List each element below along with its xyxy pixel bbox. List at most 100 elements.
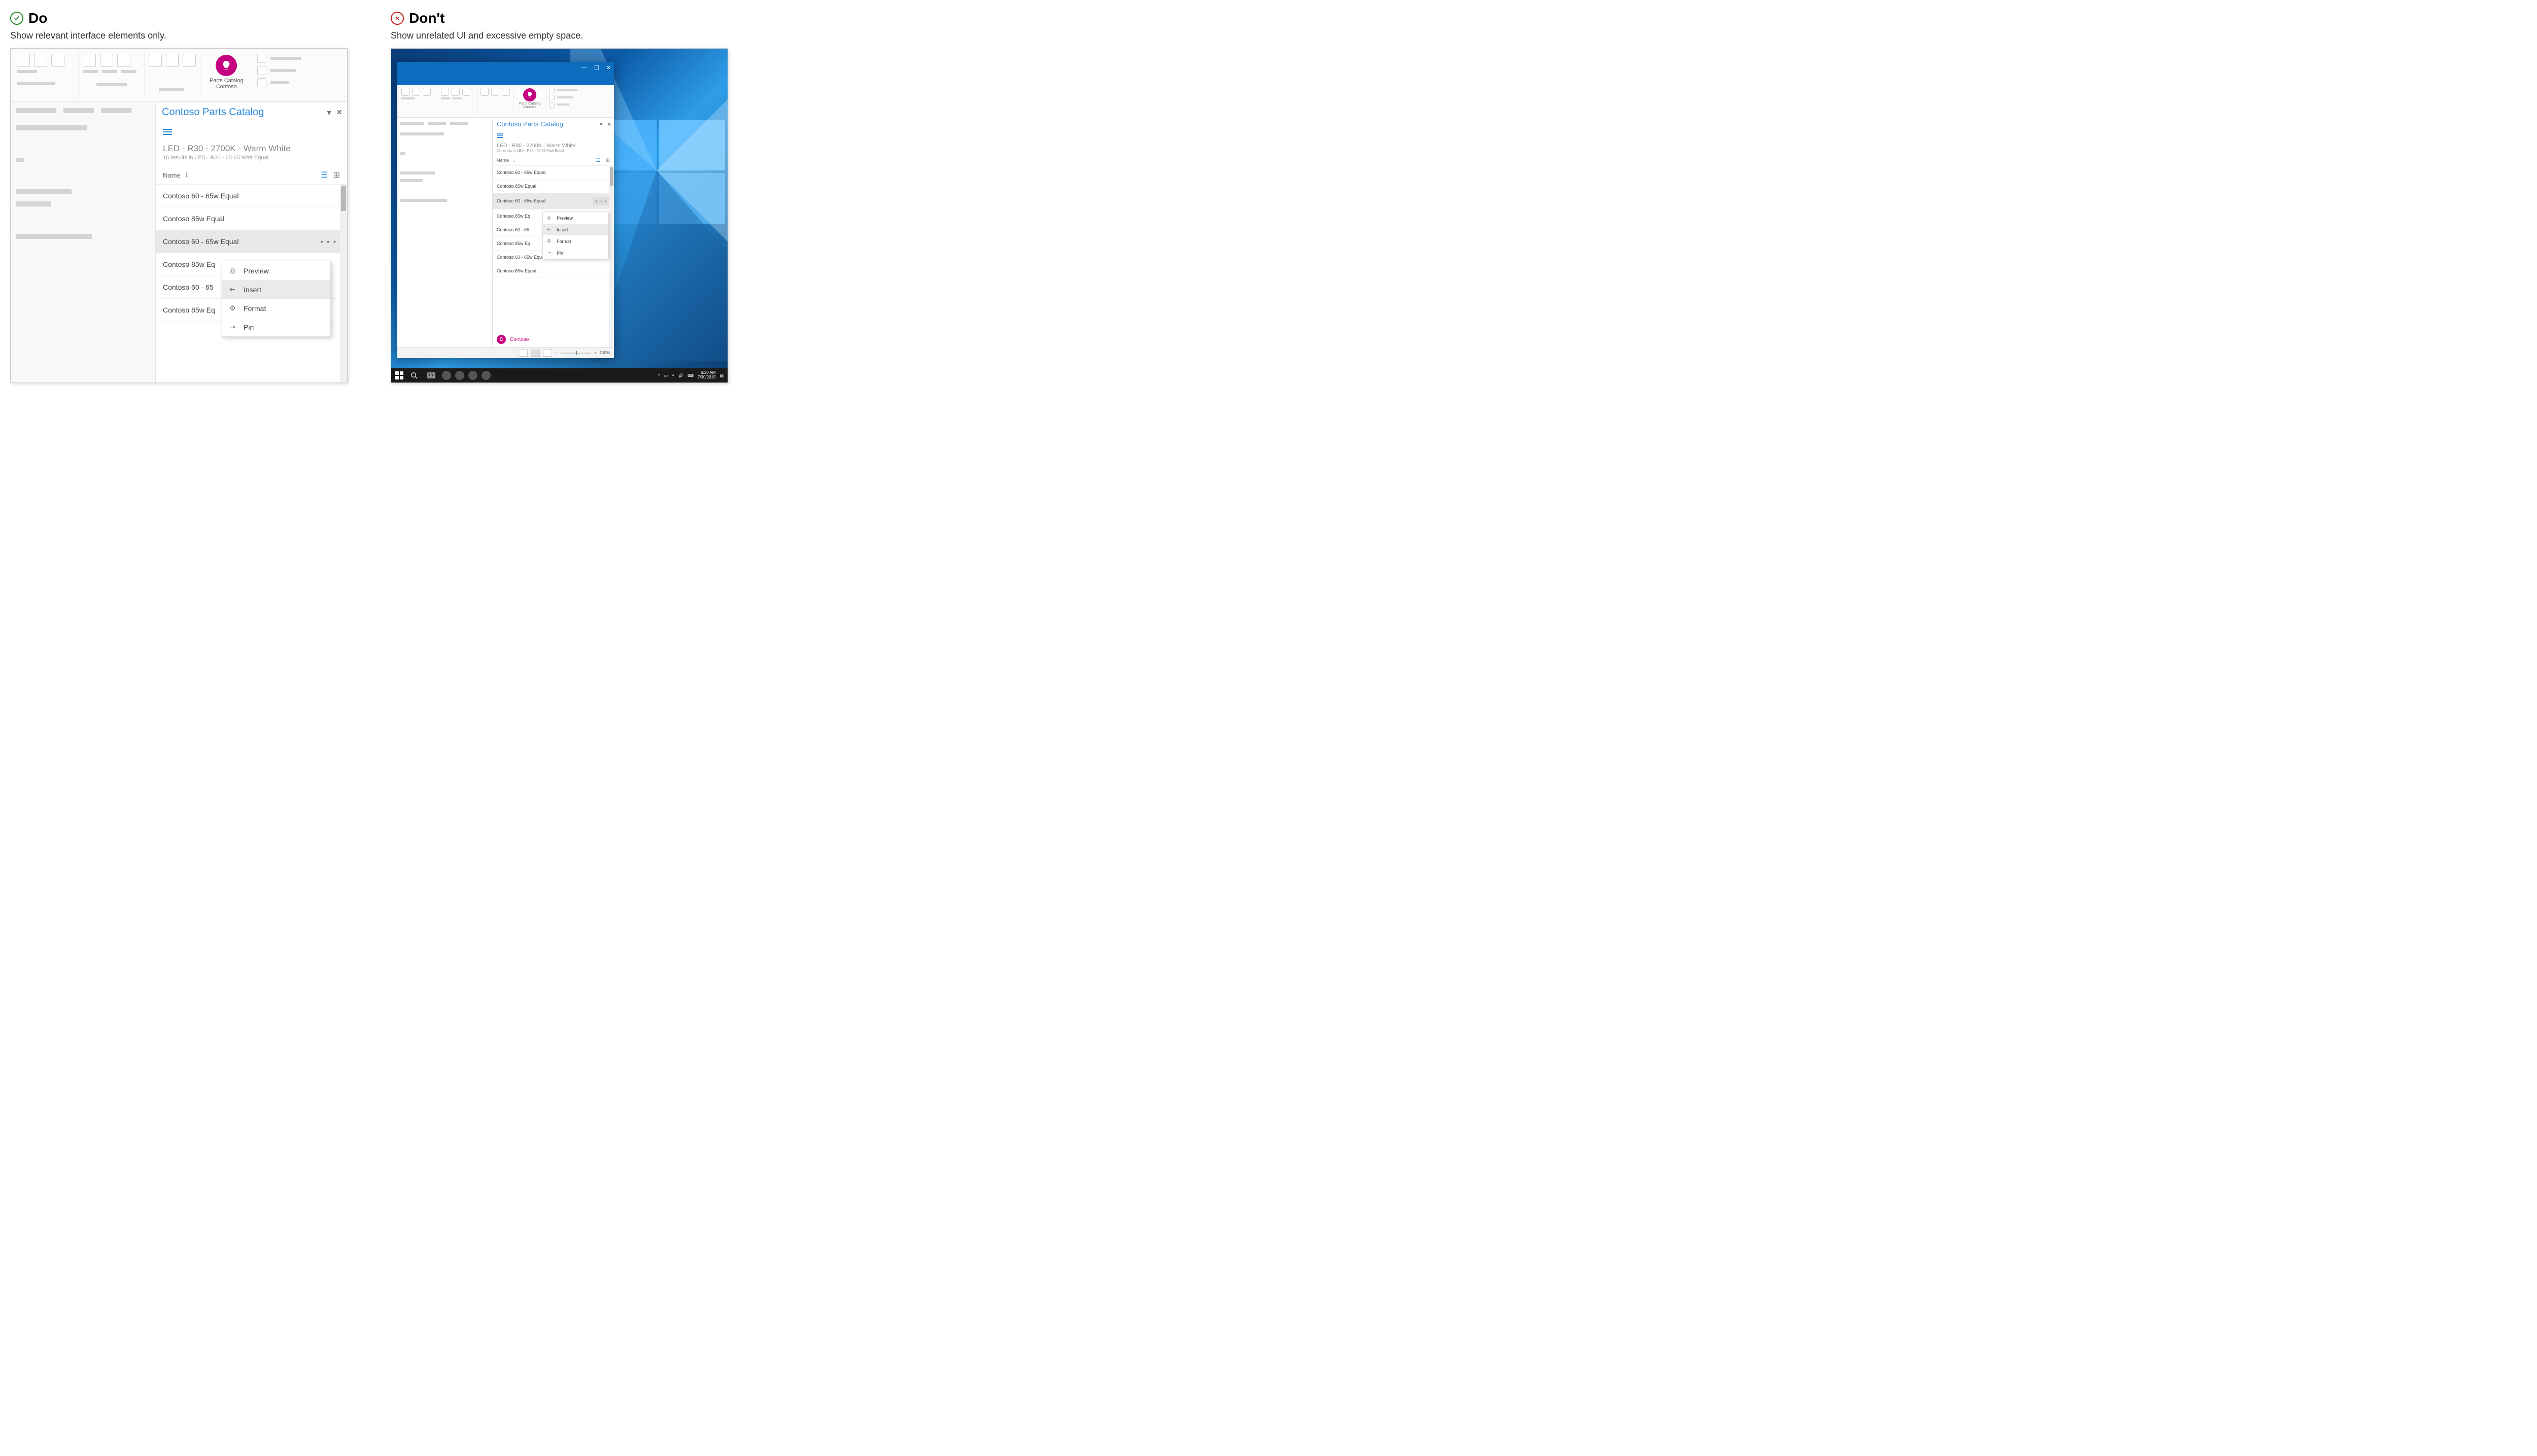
menu-pin[interactable]: ⊸Pin bbox=[543, 247, 608, 259]
list-header[interactable]: Name↓ ☰ ⊞ bbox=[493, 156, 614, 166]
view-button[interactable] bbox=[531, 350, 540, 357]
sort-down-icon: ↓ bbox=[185, 170, 189, 180]
context-menu: ◎Preview ⇤Insert ⚙Format ⊸Pin bbox=[222, 261, 331, 337]
do-column: Do Show relevant interface elements only… bbox=[10, 10, 370, 383]
breadcrumb: LED - R30 - 2700K - Warm White bbox=[493, 142, 614, 149]
result-count: 16 results in LED - R30 - 60-65 Watt Equ… bbox=[493, 149, 614, 156]
parts-catalog-button[interactable]: Parts Catalog Contoso bbox=[204, 54, 249, 91]
window-titlebar: — ☐ ✕ bbox=[397, 62, 614, 73]
format-icon: ⚙ bbox=[547, 238, 553, 244]
battery-icon[interactable]: ▭ bbox=[664, 373, 668, 378]
close-icon[interactable]: × bbox=[607, 121, 611, 128]
do-screenshot: Parts Catalog Contoso bbox=[10, 48, 348, 383]
insert-icon: ⇤ bbox=[547, 227, 553, 232]
ribbon: Parts Catalog Contoso bbox=[11, 49, 347, 102]
brand-name: Contoso bbox=[510, 337, 529, 342]
chevron-up-icon[interactable]: ^ bbox=[658, 373, 660, 378]
task-view-icon[interactable] bbox=[425, 370, 438, 380]
sort-down-icon: ↓ bbox=[513, 158, 516, 163]
list-item[interactable]: Contoso 60 - 65w Equal• • • bbox=[493, 193, 614, 210]
lightbulb-icon bbox=[523, 88, 536, 101]
hamburger-menu[interactable] bbox=[493, 130, 614, 142]
scrollbar[interactable] bbox=[340, 185, 347, 383]
taskbar-app-icon[interactable] bbox=[468, 371, 477, 380]
app-window: — ☐ ✕ Parts Catalog Contoso bbox=[397, 62, 614, 358]
list-item[interactable]: Contoso 60 - 65w Equal• • • bbox=[156, 230, 347, 253]
result-count: 16 results in LED - R30 - 60-65 Watt Equ… bbox=[156, 155, 347, 166]
zoom-slider[interactable] bbox=[561, 353, 591, 354]
menu-preview[interactable]: ◎Preview bbox=[222, 261, 330, 280]
parts-catalog-button[interactable]: Parts Catalog Contoso bbox=[516, 88, 543, 110]
zoom-out-icon[interactable]: − bbox=[555, 351, 558, 355]
notifications-icon[interactable]: ▤ bbox=[719, 373, 724, 378]
hamburger-menu[interactable] bbox=[156, 122, 347, 142]
volume-icon[interactable]: 🔊 bbox=[678, 373, 683, 378]
list-item[interactable]: Contoso 85w Equal bbox=[156, 207, 347, 230]
x-icon bbox=[391, 12, 404, 25]
do-subtitle: Show relevant interface elements only. bbox=[10, 30, 370, 41]
pin-icon: ⊸ bbox=[547, 250, 553, 256]
menu-insert[interactable]: ⇤Insert bbox=[222, 280, 330, 299]
taskbar-app-icon[interactable] bbox=[455, 371, 464, 380]
lightbulb-icon bbox=[216, 55, 237, 76]
task-pane: Contoso Parts Catalog ▼ × LED - R30 - 27… bbox=[155, 103, 347, 383]
list-header[interactable]: Name↓ ☰ ⊞ bbox=[156, 166, 347, 185]
zoom-in-icon[interactable]: + bbox=[594, 351, 597, 355]
dont-screenshot: — ☐ ✕ Parts Catalog Contoso bbox=[391, 48, 728, 383]
menu-pin[interactable]: ⊸Pin bbox=[222, 318, 330, 336]
pane-title: Contoso Parts Catalog bbox=[497, 120, 595, 128]
keyboard-icon[interactable]: ⌨ bbox=[688, 373, 694, 378]
dont-column: Don't Show unrelated UI and excessive em… bbox=[391, 10, 751, 383]
list-item[interactable]: Contoso 85w Equal bbox=[493, 180, 614, 193]
view-button[interactable] bbox=[519, 350, 528, 357]
task-pane: Contoso Parts Catalog ▼ × LED - R30 - 27… bbox=[492, 119, 614, 347]
brand-avatar: C bbox=[497, 335, 506, 344]
dont-heading: Don't bbox=[409, 10, 444, 26]
menu-format[interactable]: ⚙Format bbox=[222, 299, 330, 318]
more-icon[interactable]: • • • bbox=[593, 197, 610, 205]
maximize-icon[interactable]: ☐ bbox=[594, 64, 599, 71]
taskbar-app-icon[interactable] bbox=[482, 371, 491, 380]
dropdown-icon[interactable]: ▼ bbox=[599, 122, 603, 127]
close-icon[interactable]: ✕ bbox=[606, 64, 611, 71]
grid-view-icon[interactable]: ⊞ bbox=[606, 158, 610, 163]
dropdown-icon[interactable]: ▼ bbox=[326, 109, 333, 117]
do-heading: Do bbox=[28, 10, 47, 26]
grid-view-icon[interactable]: ⊞ bbox=[333, 170, 340, 180]
search-icon[interactable] bbox=[407, 370, 421, 380]
list-view-icon[interactable]: ☰ bbox=[321, 170, 328, 180]
status-bar: − + 100% bbox=[397, 347, 614, 358]
more-icon[interactable]: • • • bbox=[318, 237, 340, 246]
view-button[interactable] bbox=[543, 350, 552, 357]
minimize-icon[interactable]: — bbox=[581, 64, 587, 71]
clock[interactable]: 6:30 AM 7/30/2015 bbox=[698, 371, 716, 380]
menu-format[interactable]: ⚙Format bbox=[543, 235, 608, 247]
list-item[interactable]: Contoso 85w Equal bbox=[493, 264, 614, 278]
check-icon bbox=[10, 12, 23, 25]
preview-icon: ◎ bbox=[229, 266, 237, 275]
context-menu: ◎Preview ⇤Insert ⚙Format ⊸Pin bbox=[542, 212, 608, 259]
taskbar-app-icon[interactable] bbox=[442, 371, 451, 380]
zoom-level[interactable]: 100% bbox=[600, 351, 610, 355]
preview-icon: ◎ bbox=[547, 215, 553, 221]
list-item[interactable]: Contoso 60 - 65w Equal bbox=[156, 185, 347, 207]
brand-footer: C Contoso bbox=[493, 333, 533, 346]
document-placeholder bbox=[11, 102, 163, 252]
scrollbar[interactable] bbox=[609, 166, 614, 347]
start-icon[interactable] bbox=[395, 371, 403, 379]
document-placeholder bbox=[397, 118, 489, 211]
breadcrumb: LED - R30 - 2700K - Warm White bbox=[156, 142, 347, 155]
format-icon: ⚙ bbox=[229, 304, 237, 313]
menu-insert[interactable]: ⇤Insert bbox=[543, 224, 608, 235]
wifi-icon[interactable]: ⟡ bbox=[672, 373, 674, 378]
list-view-icon[interactable]: ☰ bbox=[596, 158, 601, 163]
system-tray[interactable]: ^ ▭ ⟡ 🔊 ⌨ 6:30 AM 7/30/2015 ▤ bbox=[658, 371, 724, 380]
menu-preview[interactable]: ◎Preview bbox=[543, 212, 608, 224]
taskbar: ^ ▭ ⟡ 🔊 ⌨ 6:30 AM 7/30/2015 ▤ bbox=[391, 368, 728, 383]
close-icon[interactable]: × bbox=[336, 107, 342, 118]
pin-icon: ⊸ bbox=[229, 323, 237, 331]
dont-subtitle: Show unrelated UI and excessive empty sp… bbox=[391, 30, 751, 41]
pane-title: Contoso Parts Catalog bbox=[162, 107, 322, 118]
list-item[interactable]: Contoso 60 - 65w Equal bbox=[493, 166, 614, 180]
insert-icon: ⇤ bbox=[229, 285, 237, 294]
